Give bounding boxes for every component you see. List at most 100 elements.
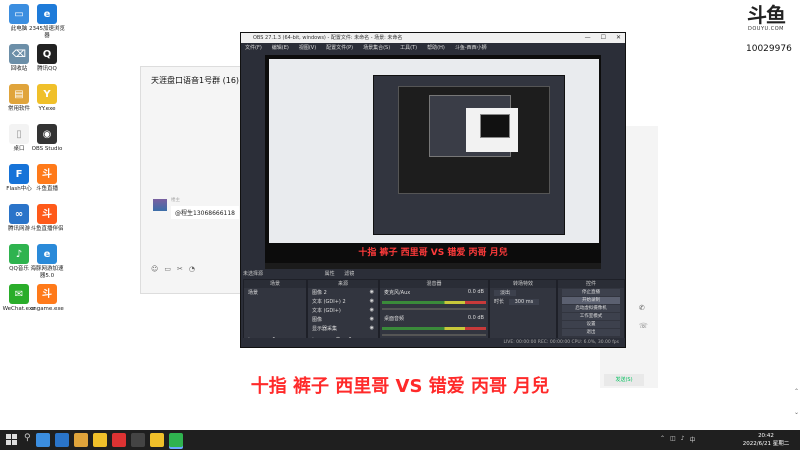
history-icon[interactable]: ◔ (189, 265, 195, 273)
obs-menu-item[interactable]: 帮助(H) (427, 43, 445, 53)
visibility-eye-icon[interactable]: ◉ (370, 316, 374, 323)
taskbar-app-icon[interactable] (149, 433, 164, 447)
app-icon: 斗 (37, 164, 57, 184)
preview-nested-dark (480, 114, 510, 138)
folder-icon[interactable]: ▭ (164, 265, 171, 273)
desktop-icon[interactable]: e 2345加速浏览器 (28, 4, 66, 40)
video-call-icon[interactable]: ☏ (639, 322, 648, 330)
app-icon: ⌫ (9, 44, 29, 64)
desktop-icon-label: OBS Studio (31, 146, 63, 152)
control-button[interactable]: 设置 (562, 321, 620, 328)
scene-item[interactable]: 场景 (244, 288, 306, 297)
volume-slider[interactable] (382, 308, 486, 310)
scenes-dock: 场景 场景 + — ⌃ ⌄ (243, 279, 307, 345)
visibility-eye-icon[interactable]: ◉ (370, 325, 374, 332)
mixer-channel-desktop: 桌面音频 0.0 dB (380, 314, 488, 323)
sources-header: 来源 (308, 280, 378, 288)
app-icon: ▯ (9, 124, 29, 144)
source-item[interactable]: 文本 (GDI+) 2 ◉ (308, 297, 378, 306)
network-icon[interactable]: ◫ (670, 435, 676, 444)
room-id: 10029976 (746, 44, 792, 54)
desktop-icon[interactable]: ◉ OBS Studio (28, 124, 66, 153)
app-icon: 斗 (37, 284, 57, 304)
tab-properties[interactable]: 属性 (325, 271, 335, 277)
scissors-icon[interactable]: ✂ (177, 265, 183, 273)
source-item-label: 图像 2 (312, 290, 327, 296)
source-item[interactable]: 显示器采集 ◉ (308, 324, 378, 333)
obs-statusbar: LIVE: 00:00:00 REC: 00:00:00 CPU: 6.0%, … (241, 338, 625, 347)
volume-slider[interactable] (382, 334, 486, 336)
obs-menu-item[interactable]: 编辑(E) (272, 43, 289, 53)
preview-nested-obs (398, 86, 550, 194)
source-item-label: 文本 (GDI+) (312, 308, 341, 314)
desktop-icon-label: cngame.exe (30, 306, 64, 312)
taskbar-app-icon[interactable] (54, 433, 69, 447)
taskbar-apps: ⚲ (24, 433, 183, 447)
source-item[interactable]: 图像 2 ◉ (308, 288, 378, 297)
emoji-icon[interactable]: ☺ (151, 265, 158, 273)
mixer-channel-name: 麦克风/Aux (384, 290, 411, 296)
app-icon: F (9, 164, 29, 184)
source-item[interactable]: 图像 ◉ (308, 315, 378, 324)
controls-list: 停止直播 开始录制 启动虚拟摄像机 工作室模式 设置 退出 (558, 289, 624, 336)
scenes-header: 场景 (244, 280, 306, 288)
obs-menu-item[interactable]: 斗鱼-西西小狮 (455, 43, 487, 53)
minimize-icon[interactable]: — (585, 33, 591, 43)
douyu-logo: 斗鱼 DOUYU.COM (738, 4, 794, 32)
taskbar-app-icon[interactable] (73, 433, 88, 447)
transitions-dock: 转场特效 淡出 时长 300 ms (489, 279, 557, 345)
desktop-icon[interactable]: 斗斗鱼直播 (28, 164, 66, 193)
taskbar-app-icon[interactable] (111, 433, 126, 447)
desktop-icon-label: YY.exe (38, 106, 56, 112)
control-button[interactable]: 退出 (562, 329, 620, 336)
douyu-logo-mark: 斗鱼 (747, 3, 786, 27)
desktop-icon[interactable]: 斗 cngame.exe (28, 284, 66, 313)
desktop-icon[interactable]: 斗斗鱼直播伴侣 (28, 204, 66, 233)
obs-menu-item[interactable]: 视图(V) (299, 43, 316, 53)
tab-filters[interactable]: 滤镜 (344, 271, 354, 277)
obs-menu-item[interactable]: 场景集合(S) (363, 43, 390, 53)
obs-window[interactable]: OBS 27.1.3 (64-bit, windows) - 配置文件: 未命名… (240, 32, 626, 348)
chat-message: @程生13068666118 (171, 206, 239, 219)
desktop-icon[interactable]: Y YY.exe (28, 84, 66, 113)
transitions-header: 转场特效 (490, 280, 556, 288)
obs-menu-item[interactable]: 配置文件(P) (326, 43, 353, 53)
transition-duration[interactable]: 时长 300 ms (490, 297, 556, 306)
chat-nickname: 楼主 (171, 198, 180, 203)
desktop-icon-label: 腾讯QQ (37, 66, 57, 72)
desktop-icon[interactable]: e 海豚网游加速器5.0 (28, 244, 66, 280)
scroll-arrows[interactable]: ⌃ ⌄ (794, 388, 800, 428)
search-icon[interactable]: ⚲ (24, 433, 31, 447)
visibility-eye-icon[interactable]: ◉ (370, 289, 374, 296)
control-button[interactable]: 停止直播 (562, 289, 620, 296)
taskbar-app-icon[interactable] (130, 433, 145, 447)
obs-menu-item[interactable]: 文件(F) (245, 43, 262, 53)
chevron-up-icon[interactable]: ⌃ (660, 435, 665, 444)
control-button[interactable]: 启动虚拟摄像机 (562, 305, 620, 312)
app-icon: 斗 (37, 204, 57, 224)
taskbar-app-icon[interactable] (35, 433, 50, 447)
close-icon[interactable]: ✕ (616, 33, 621, 43)
avatar[interactable] (153, 199, 167, 211)
app-icon: Y (37, 84, 57, 104)
obs-menu-item[interactable]: 工具(T) (400, 43, 417, 53)
taskbar-clock[interactable]: 20:42 2022/6/21 星期二 (738, 432, 794, 448)
system-tray: ⌃ ◫ ♪ 中 (660, 435, 696, 444)
windows-start-icon[interactable] (6, 434, 18, 446)
ime-icon[interactable]: 中 (690, 435, 696, 444)
obs-preview[interactable]: 十指 裤子 西里哥 VS 错爱 丙哥 月兒 (265, 55, 601, 277)
maximize-icon[interactable]: ☐ (601, 33, 606, 43)
desktop-icon-label: 斗鱼直播伴侣 (30, 226, 64, 232)
phone-icon[interactable]: ✆ (639, 304, 645, 312)
visibility-eye-icon[interactable]: ◉ (370, 298, 374, 305)
visibility-eye-icon[interactable]: ◉ (370, 307, 374, 314)
sources-dock: 来源 图像 2 ◉ 文本 (GDI+) 2 ◉ 文本 (GDI+) ◉ 图像 ◉ 显示器采集 ◉ … (307, 279, 379, 345)
desktop-icon[interactable]: Q 腾讯QQ (28, 44, 66, 73)
control-button[interactable]: 开始录制 (562, 297, 620, 304)
source-item[interactable]: 文本 (GDI+) ◉ (308, 306, 378, 315)
taskbar-app-icon[interactable] (92, 433, 107, 447)
transition-type-select[interactable]: 淡出 (490, 288, 556, 297)
control-button[interactable]: 工作室模式 (562, 313, 620, 320)
taskbar-app-icon[interactable] (168, 433, 183, 447)
volume-icon[interactable]: ♪ (681, 435, 685, 444)
